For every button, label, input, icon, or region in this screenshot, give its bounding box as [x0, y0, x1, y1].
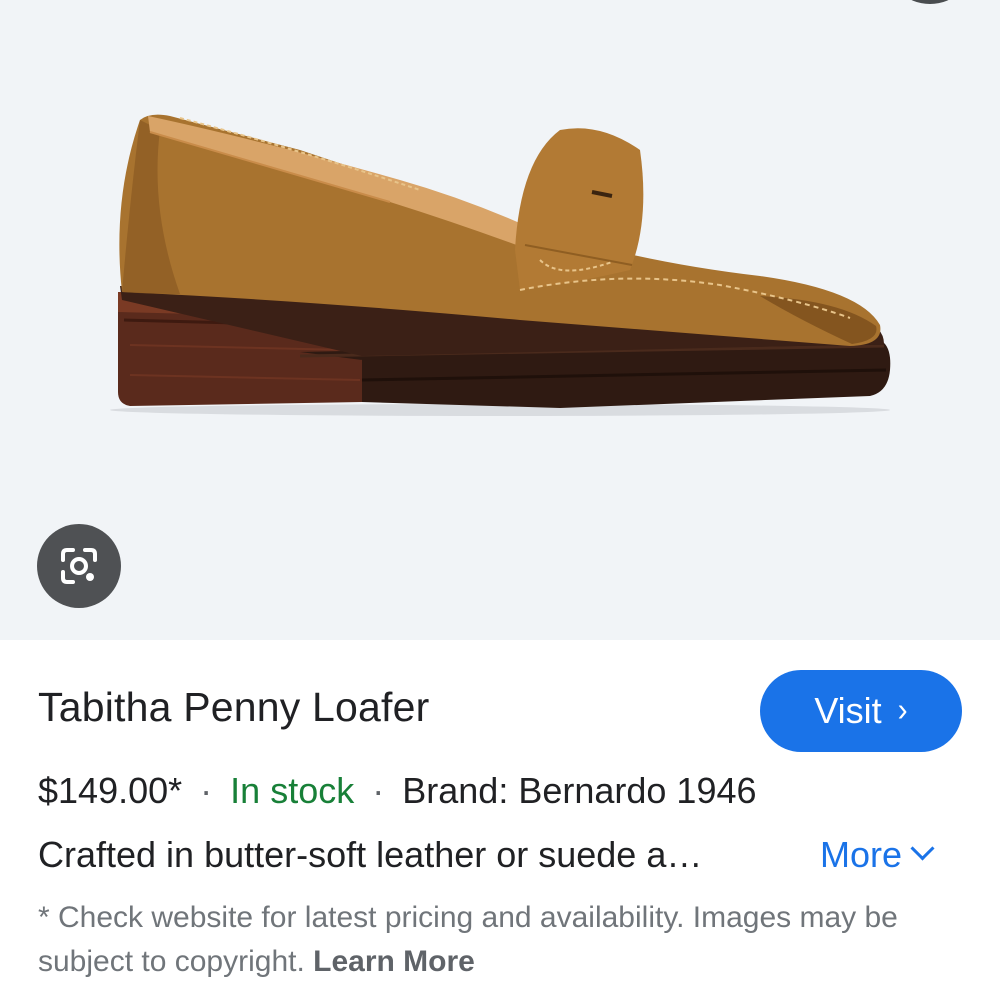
- price: $149.00*: [38, 770, 183, 811]
- google-lens-icon: [61, 548, 97, 584]
- chevron-down-icon: [910, 836, 935, 861]
- price-stock-brand-line: $149.00* · In stock · Brand: Bernardo 19…: [38, 770, 757, 812]
- product-image: [110, 114, 891, 416]
- chevron-right-icon: ›: [897, 692, 908, 729]
- product-title[interactable]: Tabitha Penny Loafer: [38, 684, 430, 731]
- visit-button-label: Visit: [814, 690, 882, 731]
- learn-more-link[interactable]: Learn More: [313, 945, 475, 978]
- more-button[interactable]: More: [820, 834, 935, 876]
- brand: Brand: Bernardo 1946: [402, 770, 757, 811]
- more-label: More: [820, 834, 903, 875]
- visit-button[interactable]: Visit ›: [760, 670, 962, 752]
- product-image-area[interactable]: [0, 0, 1000, 640]
- product-description: Crafted in butter-soft leather or suede …: [38, 834, 703, 875]
- stock-status: In stock: [230, 770, 355, 811]
- google-lens-button[interactable]: [37, 524, 121, 608]
- disclaimer: * Check website for latest pricing and a…: [38, 896, 958, 984]
- separator: ·: [200, 770, 213, 811]
- separator: ·: [372, 770, 385, 811]
